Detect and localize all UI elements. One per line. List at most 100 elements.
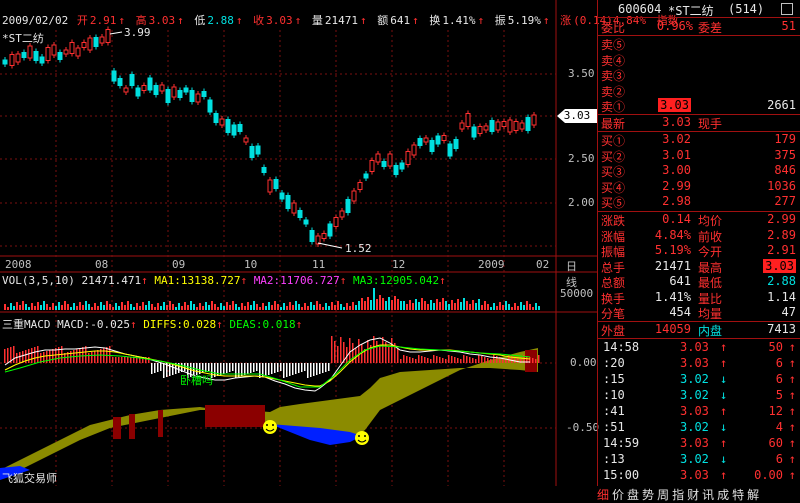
ask-row: 卖④ [598,52,800,68]
candle-body [471,126,477,138]
volume-bar [538,306,540,310]
macd-bar [307,363,309,378]
volume-bar [463,298,465,310]
bid-row: 买⑤ 2.98 277 [598,194,800,210]
weicha-label: 委差 [698,21,723,35]
macd-bar [445,359,447,363]
volume-bar [31,303,33,310]
volume-bar [340,304,342,310]
stat-label: 换手 [601,291,626,306]
volume-bar [385,301,387,310]
macd-bar [490,359,492,363]
macd-bar [163,363,165,378]
macd-bar [418,355,420,363]
macd-bar [298,363,300,373]
outer-label: 外盘 [601,324,626,338]
bid-price: 2.99 [662,178,691,193]
macd-bar [463,355,465,363]
candle-body [159,84,165,92]
ask-label: 卖③ [601,69,626,83]
volume-bar [427,304,429,310]
volume-bar [235,304,237,310]
candle-body [279,192,285,200]
ask-label: 卖② [601,84,626,99]
bid-price: 3.00 [662,163,691,177]
candle-body [483,125,489,131]
volume-bar [154,307,156,310]
tick-time: :13 [603,452,625,466]
weibi-row: 委比 0.96% 委差 51 [598,19,800,35]
volume-bar [514,303,516,310]
period-label[interactable]: 日线 [566,258,577,290]
candle-body [105,29,111,43]
macd-bar [451,356,453,363]
date-label: 09 [172,258,186,271]
tick-volume: 12 [768,404,783,418]
volume-bar [466,301,468,310]
tick-volume: 50 [768,340,783,354]
stat-row: 涨跌 0.14 均价 2.99 [598,212,800,228]
macd-bar [340,337,342,363]
volume-bar [94,303,96,310]
volume-bar [499,302,501,310]
tick-arrow: ↑ [720,436,728,450]
macd-bar [220,363,222,375]
stat-value: 2.88 [767,274,796,288]
macd-bar [292,363,294,375]
candle-body [339,210,345,218]
macd-axis-label: 0.00 [570,356,597,369]
volume-bar [40,305,42,310]
macd-bar [373,336,375,363]
stat-value: 5.19% [654,243,691,257]
kline-chart-area[interactable]: 2009/02/02 开 2.91 ↑ 高 3.03 ↑ 低 2.88 ↑ 收 3.03 ↑ 量… [0,0,679,486]
vol-ma3: MA3:12905.042 [353,274,440,287]
volume-bar [139,306,141,310]
macd-header: 三重MACD MACD:-0.025↑ DIFFS:0.028↑ DEAS:0.… [2,318,303,331]
bid-row: 买② 3.01 375 [598,148,800,164]
macd-bar [430,359,432,363]
volume-bar [397,299,399,310]
tick-price: 3.03 [680,356,709,370]
macd-bar [472,358,474,363]
volume-bar [7,307,9,310]
volume-bar [298,304,300,310]
macd-bar [304,363,306,371]
macd-diff-line [4,337,530,392]
candle-body [93,37,99,47]
candle-body [249,146,255,158]
macd-bar [259,363,261,378]
candle-body [465,113,471,127]
volume-bar [361,298,363,310]
date-label: 12 [392,258,406,271]
panel-toggle-icon[interactable] [781,3,793,15]
volume-bar [388,297,390,310]
volume-bar [343,307,345,310]
volume-bar [484,301,486,310]
tick-price: 3.03 [680,468,709,482]
macd-bar [397,348,399,363]
volume-bar [226,302,228,310]
candle-body [123,87,129,93]
macd-bar [379,346,381,363]
macd-bar [229,363,231,372]
bid-label: 买② [601,149,626,164]
candle-body [171,86,177,98]
macd-bar [49,350,51,363]
tick-arrow: ↑ [720,356,728,370]
volume-bar [43,301,45,310]
macd-bar [94,351,96,363]
tick-price: 3.03 [680,404,709,418]
macd-bar [325,363,327,372]
volume-bar [37,302,39,310]
macd-bar [244,363,246,375]
volume-bar [322,307,324,310]
volume-bar [46,304,48,310]
smiley-icon-2 [355,431,369,445]
tick-flag: ↑ [788,452,796,466]
vol-ma1: MA1:13138.727 [154,274,241,287]
volume-bar [13,306,15,310]
candle-body [147,77,153,91]
macd-bar [238,363,240,377]
macd-bar [460,359,462,363]
tick-price: 3.02 [680,388,709,402]
